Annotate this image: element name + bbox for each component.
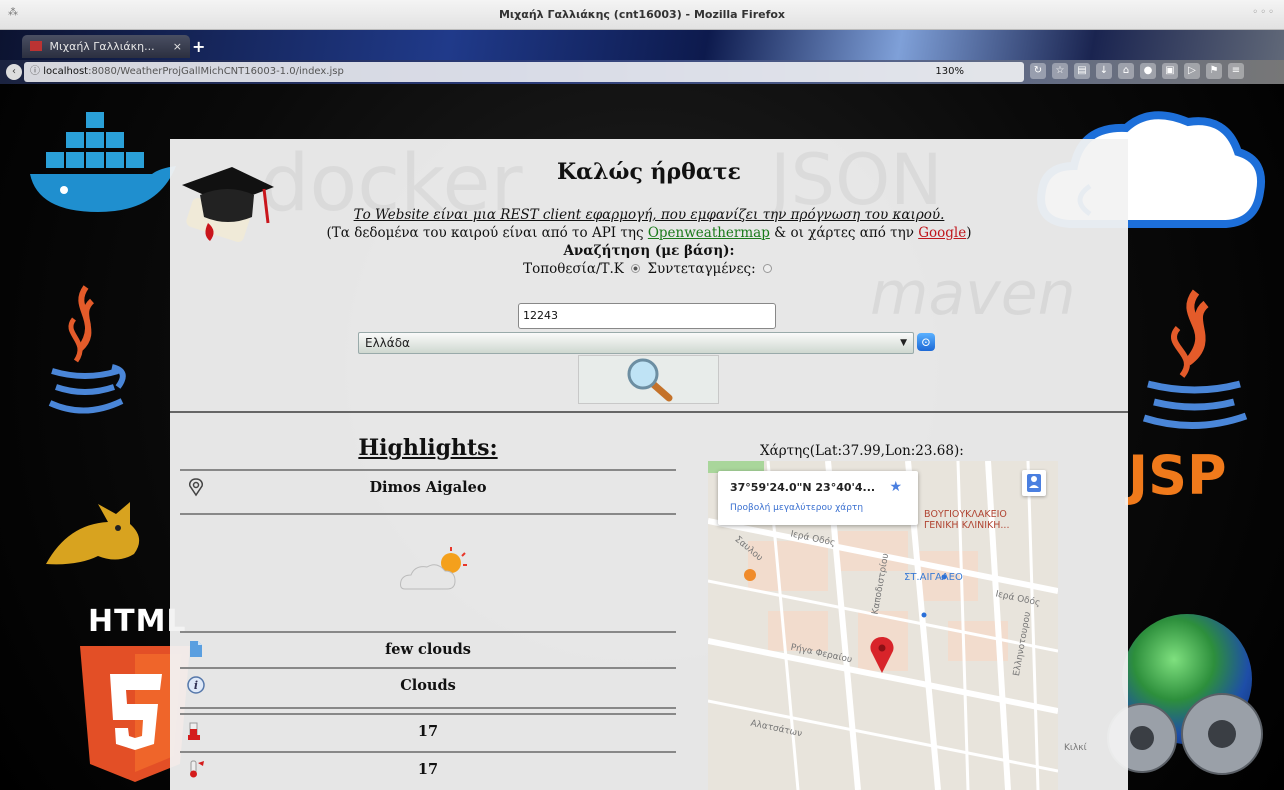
map-info-window: 37°59'24.0"N 23°40'4... ★ Προβολή μεγαλύ… <box>718 471 918 525</box>
data-source-suffix: ) <box>966 225 972 241</box>
welcome-heading: Καλώς ήρθατε <box>557 159 741 185</box>
screenshot-icon[interactable]: ▣ <box>1162 63 1178 79</box>
location-row: Dimos Aigaleo <box>180 469 676 505</box>
main-condition-row: i Clouds <box>180 667 676 703</box>
map-title: Χάρτης(Lat:37.99,Lon:23.68): <box>760 443 964 459</box>
svg-text:i: i <box>194 679 198 692</box>
pegman-icon <box>1027 474 1041 492</box>
feels-like-value: 17 <box>417 761 439 778</box>
java-logo-right-icon <box>1142 289 1248 430</box>
map-coordinates: 37°59'24.0"N 23°40'4... <box>730 481 876 494</box>
navigation-bar: ‹ ⓘ localhost:8080/WeatherProjGallMichCN… <box>0 60 1284 84</box>
weather-condition-icon <box>400 547 467 590</box>
section-divider <box>170 411 1128 413</box>
tab-title: Μιχαήλ Γαλλιάκη... <box>49 40 155 53</box>
tab-bar: Μιχαήλ Γαλλιάκη... × + <box>0 30 1284 60</box>
metro-station-label: ΣΤ.ΑΙΓΑΛΕΟ <box>904 572 963 583</box>
thermometer-icon <box>188 722 200 740</box>
feels-like-row: 17 <box>180 751 676 787</box>
location-name: Dimos Aigaleo <box>369 479 487 496</box>
temperature-row: 17 <box>180 713 676 749</box>
street-label-8: Κιλκί <box>1064 743 1087 753</box>
zip-code-input[interactable]: 12243 <box>518 303 776 329</box>
zoom-level[interactable]: 130% <box>935 62 964 82</box>
save-star-icon[interactable]: ★ <box>889 479 902 495</box>
data-source-text: (Τα δεδομένα του καιρού είναι από το API… <box>170 225 1128 241</box>
hospital-label: ΒΟΥΓΙΟΥΚΛΑΚΕΙΟ ΓΕΝΙΚΗ ΚΛΙΝΙΚΗ... <box>924 509 1009 531</box>
data-source-prefix: (Τα δεδομένα του καιρού είναι από το API… <box>326 225 648 241</box>
addon-icon[interactable]: ● <box>1140 63 1156 79</box>
search-by-label: Αναζήτηση (με βάση): <box>563 243 735 259</box>
larger-map-link[interactable]: Προβολή μεγαλύτερου χάρτη <box>730 503 863 513</box>
window-titlebar: ⁂ Μιχαήλ Γαλλιάκης (cnt16003) - Mozilla … <box>0 0 1284 30</box>
flag-icon[interactable]: ⚑ <box>1206 63 1222 79</box>
thermometer-high-icon <box>190 760 204 778</box>
search-mode-radios: Τοποθεσία/Τ.Κ Συντεταγμένες: <box>170 261 1128 277</box>
reload-icon[interactable]: ↻ <box>1030 63 1046 79</box>
window-controls[interactable]: ◦◦◦ <box>1252 7 1276 18</box>
radio-location-label: Τοποθεσία/Τ.Κ <box>523 261 624 277</box>
back-button[interactable]: ‹ <box>6 64 22 80</box>
google-link[interactable]: Google <box>918 225 966 241</box>
data-source-middle: & οι χάρτες από την <box>769 225 919 241</box>
intro-text: Το Website είναι μια REST client εφαρμογ… <box>353 207 945 223</box>
new-tab-button[interactable]: + <box>192 37 205 56</box>
chevron-down-icon: ▼ <box>900 338 907 348</box>
home-icon[interactable]: ⌂ <box>1118 63 1134 79</box>
menu-icon[interactable]: ≡ <box>1228 63 1244 79</box>
radio-location[interactable] <box>631 264 641 273</box>
favicon-icon <box>30 41 42 51</box>
openweathermap-link[interactable]: Openweathermap <box>648 225 770 241</box>
weather-description: few clouds <box>385 641 471 658</box>
url-host: localhost <box>43 66 89 77</box>
search-button[interactable] <box>578 355 719 404</box>
url-path: :8080/WeatherProjGallMichCNT16003-1.0/in… <box>88 66 344 77</box>
location-pin-icon <box>189 478 203 497</box>
hospital-name: ΒΟΥΓΙΟΥΚΛΑΚΕΙΟ ΓΕΝΙΚΗ ΚΛΙΝΙΚΗ... <box>924 509 1010 531</box>
pocket-icon[interactable]: ▷ <box>1184 63 1200 79</box>
window-title: Μιχαήλ Γαλλιάκης (cnt16003) - Mozilla Fi… <box>498 8 786 21</box>
row-separator-2 <box>180 707 676 709</box>
country-selected-value: Ελλάδα <box>365 336 410 350</box>
bookmark-icon[interactable]: ☆ <box>1052 63 1068 79</box>
info-icon[interactable]: ⓘ <box>30 66 40 77</box>
library-icon[interactable]: ▤ <box>1074 63 1090 79</box>
docker-logo-icon <box>30 112 176 212</box>
main-panel: docker JSON maven Καλώς ήρθατε Το Websit… <box>170 139 1128 790</box>
row-separator <box>180 513 676 515</box>
magnifier-icon <box>627 358 673 402</box>
document-icon <box>190 641 202 657</box>
download-icon[interactable]: ↓ <box>1096 63 1112 79</box>
street-view-button[interactable] <box>1022 470 1046 496</box>
radio-coordinates[interactable] <box>762 264 772 273</box>
toolbar-icons: ↻ ☆ ▤ ↓ ⌂ ● ▣ ▷ ⚑ ≡ <box>1030 63 1244 81</box>
radio-coords-label: Συντεταγμένες: <box>647 261 756 277</box>
description-row: few clouds <box>180 631 676 667</box>
url-bar[interactable]: ⓘ localhost:8080/WeatherProjGallMichCNT1… <box>24 62 1024 82</box>
tomcat-logo-icon <box>46 502 140 565</box>
java-logo-icon <box>48 285 126 414</box>
highlights-heading: Highlights: <box>358 435 498 461</box>
browser-tab[interactable]: Μιχαήλ Γαλλιάκη... × <box>22 35 190 58</box>
jsp-label: JSP <box>1128 444 1227 507</box>
info-circle-icon: i <box>187 676 205 694</box>
country-select[interactable]: Ελλάδα ▼ <box>358 332 914 354</box>
temperature-value: 17 <box>417 723 439 740</box>
weather-main: Clouds <box>400 677 456 694</box>
locate-me-button[interactable]: ⊙ <box>917 333 935 351</box>
close-tab-button[interactable]: × <box>173 35 182 58</box>
